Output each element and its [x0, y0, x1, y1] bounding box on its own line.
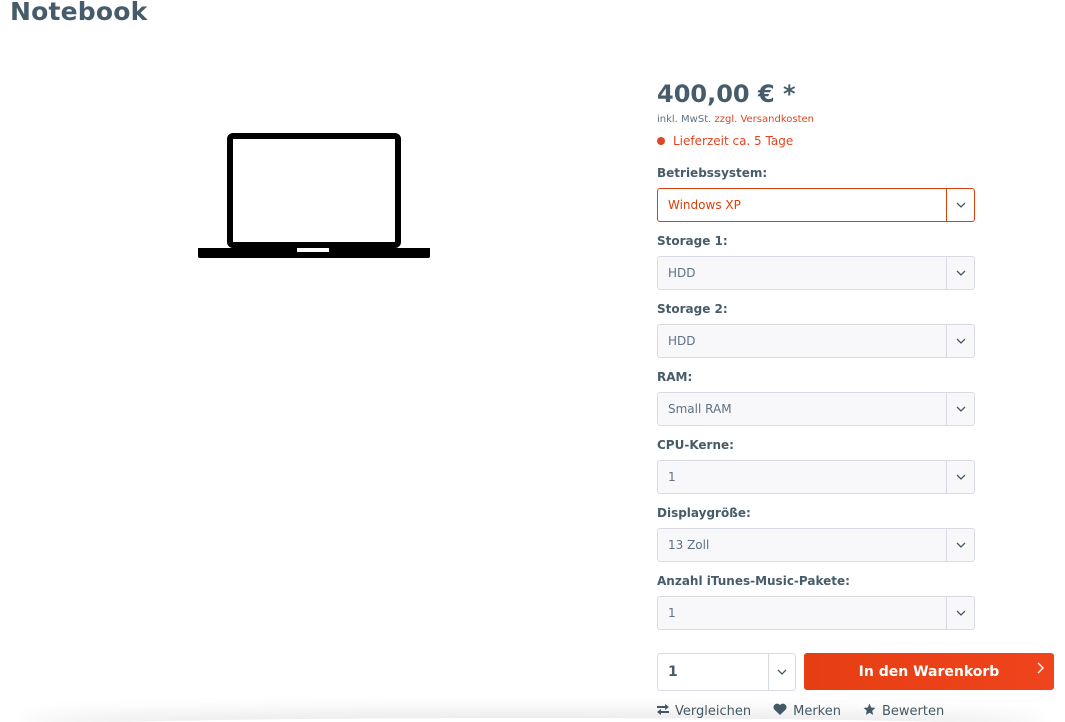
delivery-time: Lieferzeit ca. 5 Tage: [673, 134, 794, 148]
operating-system-select[interactable]: Windows XP: [657, 188, 975, 222]
delivery-status: Lieferzeit ca. 5 Tage: [657, 133, 1057, 149]
option-display-size: Displaygröße: 13 Zoll: [657, 505, 975, 562]
product-price: 400,00 € *: [657, 80, 796, 108]
shipping-costs-link[interactable]: zzgl. Versandkosten: [714, 114, 814, 125]
product-detail-page: Notebook 400,00 € * inkl. MwSt. zzgl. Ve…: [0, 0, 1065, 722]
select-value: 13 Zoll: [668, 538, 710, 552]
chevron-down-icon: [946, 597, 974, 629]
option-storage-1: Storage 1: HDD: [657, 233, 975, 290]
compare-label: Vergleichen: [675, 703, 752, 719]
heart-icon: [773, 703, 787, 719]
select-value: HDD: [668, 334, 696, 348]
ram-select[interactable]: Small RAM: [657, 392, 975, 426]
chevron-down-icon: [946, 461, 974, 493]
chevron-right-icon: [1037, 662, 1044, 678]
product-actions: Vergleichen Merken Bewerten: [657, 702, 944, 720]
page-title: Notebook: [10, 0, 148, 26]
storage-2-select[interactable]: HDD: [657, 324, 975, 358]
quantity-select[interactable]: 1: [657, 653, 796, 691]
tax-info: inkl. MwSt. zzgl. Versandkosten: [657, 113, 1057, 126]
rate-link[interactable]: Bewerten: [863, 702, 944, 720]
option-label: RAM:: [657, 370, 693, 384]
compare-link[interactable]: Vergleichen: [657, 702, 751, 720]
rate-label: Bewerten: [881, 703, 945, 719]
add-to-cart-button[interactable]: In den Warenkorb: [804, 653, 1054, 690]
select-value: 1: [668, 470, 676, 484]
remember-label: Merken: [793, 703, 841, 719]
option-ram: RAM: Small RAM: [657, 369, 975, 426]
laptop-icon: [198, 133, 430, 258]
display-size-select[interactable]: 13 Zoll: [657, 528, 975, 562]
star-icon: [863, 703, 876, 720]
delivery-status-dot-icon: [657, 137, 665, 145]
chevron-down-icon: [946, 189, 974, 221]
option-cpu-cores: CPU-Kerne: 1: [657, 437, 975, 494]
option-storage-2: Storage 2: HDD: [657, 301, 975, 358]
chevron-down-icon: [946, 325, 974, 357]
option-itunes-packages: Anzahl iTunes-Music-Pakete: 1: [657, 573, 975, 630]
add-to-cart-label: In den Warenkorb: [858, 663, 1000, 680]
select-value: Windows XP: [668, 198, 741, 212]
select-value: 1: [668, 606, 676, 620]
option-label: Betriebssystem:: [657, 166, 768, 180]
option-operating-system: Betriebssystem: Windows XP: [657, 165, 975, 222]
quantity-value: 1: [668, 664, 678, 680]
select-value: HDD: [668, 266, 696, 280]
chevron-down-icon: [946, 257, 974, 289]
tax-prefix: inkl. MwSt.: [657, 114, 715, 125]
option-label: CPU-Kerne:: [657, 438, 734, 452]
option-label: Storage 1:: [657, 234, 728, 248]
option-label: Anzahl iTunes-Music-Pakete:: [657, 574, 850, 588]
option-label: Displaygröße:: [657, 506, 751, 520]
chevron-down-icon: [768, 654, 795, 690]
option-label: Storage 2:: [657, 302, 728, 316]
buybox: 400,00 € * inkl. MwSt. zzgl. Versandkost…: [657, 78, 1057, 719]
storage-1-select[interactable]: HDD: [657, 256, 975, 290]
chevron-down-icon: [946, 529, 974, 561]
chevron-down-icon: [946, 393, 974, 425]
cpu-cores-select[interactable]: 1: [657, 460, 975, 494]
compare-arrows-icon: [657, 703, 669, 719]
select-value: Small RAM: [668, 402, 732, 416]
itunes-packages-select[interactable]: 1: [657, 596, 975, 630]
remember-link[interactable]: Merken: [773, 702, 841, 720]
